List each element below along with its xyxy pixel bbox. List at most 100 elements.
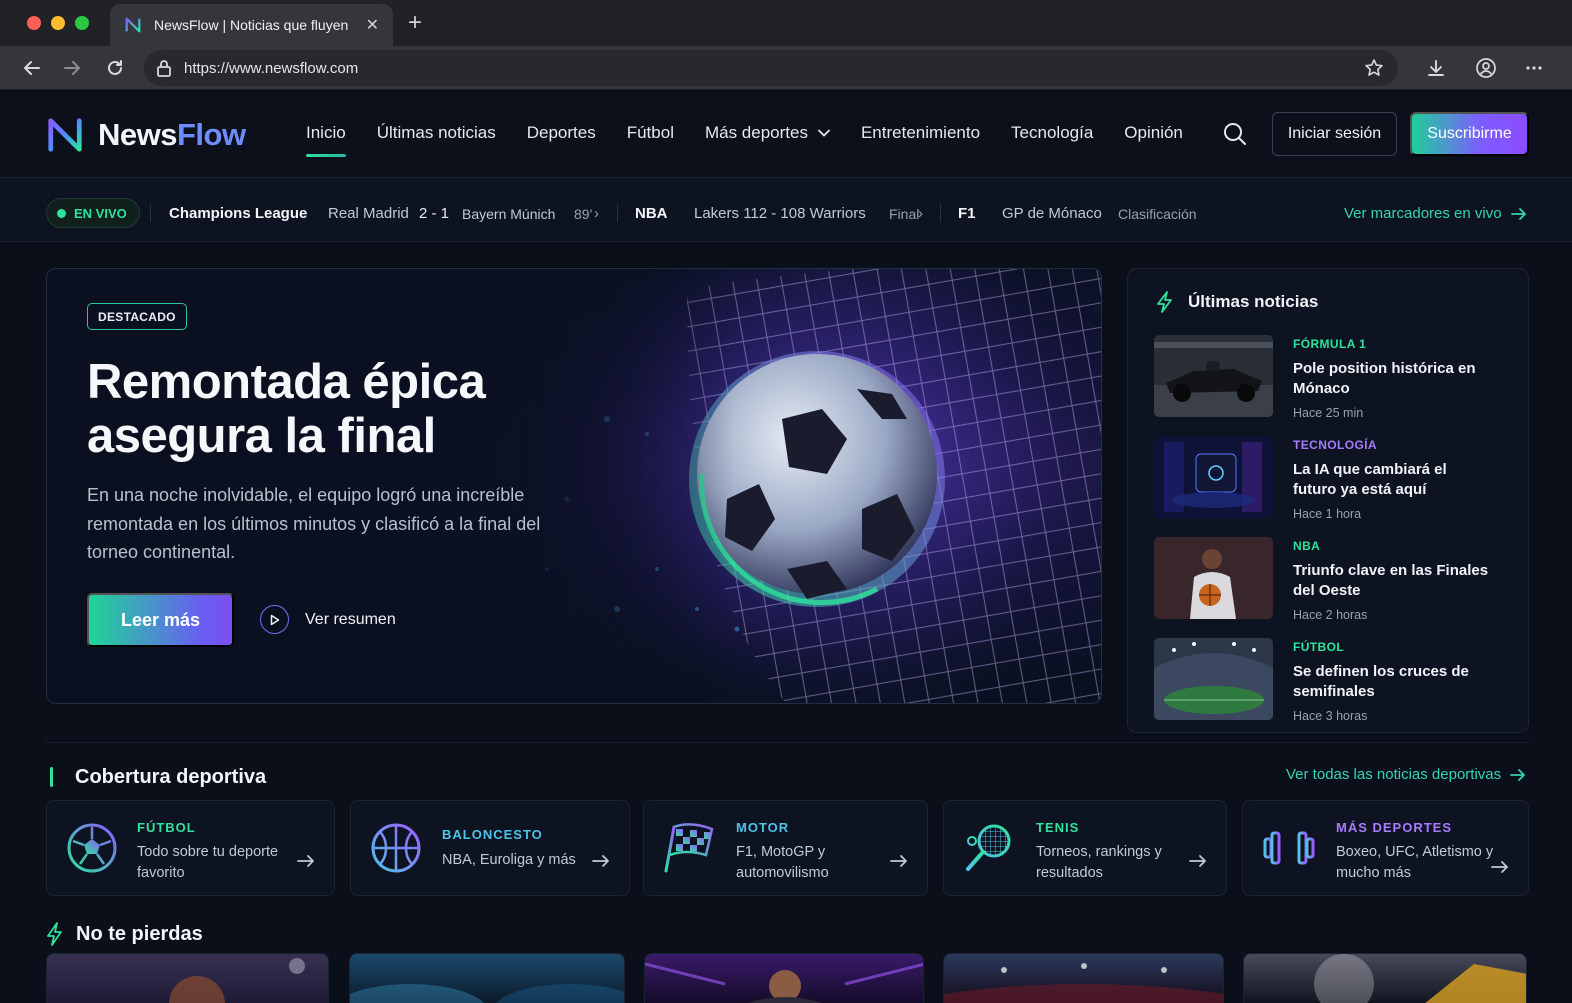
address-bar[interactable]: https://www.newsflow.com: [144, 50, 1398, 86]
watch-summary-button[interactable]: Ver resumen: [260, 605, 396, 634]
sport-card-description: NBA, Euroliga y más: [442, 852, 576, 868]
newsflow-logo-icon: [46, 116, 84, 154]
forward-arrow-icon[interactable]: [60, 56, 84, 80]
sport-card-description: Torneos, rankings y resultados: [1036, 844, 1162, 881]
ticker-cl-minute: 89': [574, 206, 593, 222]
all-sports-news-label: Ver todas las noticias deportivas: [1286, 766, 1502, 783]
nav-inicio[interactable]: Inicio: [306, 123, 346, 157]
latest-item-time: Hace 2 horas: [1293, 608, 1368, 622]
latest-news-item[interactable]: NBA Triunfo clave en las Finales del Oes…: [1154, 537, 1514, 627]
latest-news-item[interactable]: TECNOLOGÍA La IA que cambiará el futuro …: [1154, 436, 1514, 526]
dont-miss-card[interactable]: [349, 953, 625, 1003]
live-scores-link-label: Ver marcadores en vivo: [1344, 205, 1502, 222]
subscribe-button[interactable]: Suscribirme: [1410, 112, 1529, 156]
reload-icon[interactable]: [103, 56, 127, 80]
ticker-nba-league[interactable]: NBA: [635, 205, 668, 222]
latest-news-item[interactable]: FÓRMULA 1 Pole position histórica en Món…: [1154, 335, 1514, 425]
sport-card-motor[interactable]: MOTOR F1, MotoGP y automovilismo: [643, 800, 928, 896]
maximize-window-button[interactable]: [75, 16, 89, 30]
all-sports-news-link[interactable]: Ver todas las noticias deportivas: [1286, 766, 1526, 783]
latest-item-time: Hace 3 horas: [1293, 709, 1368, 723]
dont-miss-section-title: No te pierdas: [76, 923, 203, 945]
browser-tab[interactable]: NewsFlow | Noticias que fluyen ✕: [110, 4, 393, 46]
close-window-button[interactable]: [27, 16, 41, 30]
bookmark-star-icon[interactable]: [1364, 58, 1384, 78]
ticker-cl-home[interactable]: Real Madrid: [328, 205, 409, 222]
dumbbell-icon: [1261, 821, 1317, 877]
latest-news-title: Últimas noticias: [1188, 292, 1319, 311]
download-icon[interactable]: [1424, 56, 1448, 80]
minimize-window-button[interactable]: [51, 16, 65, 30]
ticker-nba-match[interactable]: Lakers 112 - 108 Warriors: [694, 205, 866, 222]
play-icon: [260, 605, 289, 634]
nav-mas-deportes-label: Más deportes: [704, 123, 808, 142]
more-options-icon[interactable]: [1522, 56, 1546, 80]
sport-card-futbol[interactable]: FÚTBOL Todo sobre tu deporte favorito: [46, 800, 335, 896]
latest-item-category: FÚTBOL: [1293, 640, 1345, 654]
sport-card-baloncesto[interactable]: BALONCESTO NBA, Euroliga y más: [350, 800, 630, 896]
ticker-divider: [150, 204, 151, 222]
sport-card-mas-deportes[interactable]: MÁS DEPORTES Boxeo, UFC, Atletismo y muc…: [1242, 800, 1529, 896]
close-tab-icon[interactable]: ✕: [366, 15, 379, 35]
nav-tecnologia[interactable]: Tecnología: [1011, 123, 1093, 143]
latest-item-category: TECNOLOGÍA: [1293, 438, 1377, 452]
dont-miss-card[interactable]: [1243, 953, 1527, 1003]
lightning-icon: [46, 922, 64, 946]
ticker-chevron-icon[interactable]: ›: [594, 205, 599, 222]
hero-title[interactable]: Remontada épica asegura la final: [87, 355, 607, 463]
featured-hero[interactable]: DESTACADO Remontada épica asegura la fin…: [46, 268, 1102, 704]
section-accent-bar: [50, 767, 53, 787]
sport-card-category: MOTOR: [736, 820, 790, 835]
watch-summary-label: Ver resumen: [305, 610, 396, 628]
sport-card-description: Boxeo, UFC, Atletismo y mucho más: [1336, 844, 1494, 881]
formula1-car-thumbnail: [1154, 335, 1273, 417]
site-logo[interactable]: NewsFlow: [46, 116, 246, 154]
section-divider: [46, 742, 1529, 743]
hero-description: En una noche inolvidable, el equipo logr…: [87, 485, 541, 562]
latest-news-item[interactable]: FÚTBOL Se definen los cruces de semifina…: [1154, 638, 1514, 728]
nav-mas-deportes[interactable]: Más deportes: [705, 123, 830, 143]
lightning-icon: [1156, 291, 1174, 313]
sport-card-category: FÚTBOL: [137, 820, 196, 835]
search-icon[interactable]: [1222, 121, 1248, 147]
login-button[interactable]: Iniciar sesión: [1272, 112, 1397, 156]
nav-entretenimiento[interactable]: Entretenimiento: [861, 123, 980, 143]
live-label: EN VIVO: [74, 205, 127, 221]
sport-card-tenis[interactable]: TENIS Torneos, rankings y resultados: [943, 800, 1227, 896]
ticker-chevron-icon[interactable]: ›: [918, 205, 923, 222]
dont-miss-card[interactable]: [46, 953, 329, 1003]
nav-futbol[interactable]: Fútbol: [627, 123, 674, 143]
profile-icon[interactable]: [1474, 56, 1498, 80]
latest-item-title: Pole position histórica en Mónaco: [1293, 360, 1476, 397]
live-dot-icon: [57, 208, 66, 218]
latest-item-category: NBA: [1293, 539, 1321, 553]
arrow-right-icon: [1510, 768, 1526, 782]
dont-miss-card[interactable]: [644, 953, 924, 1003]
sport-card-description: F1, MotoGP y automovilismo: [736, 844, 829, 881]
dont-miss-thumbnail-4: [944, 963, 1223, 1003]
ticker-cl-league[interactable]: Champions League: [169, 205, 307, 222]
back-arrow-icon[interactable]: [20, 56, 44, 80]
live-scores-link[interactable]: Ver marcadores en vivo: [1344, 205, 1527, 222]
sport-card-category: MÁS DEPORTES: [1336, 820, 1453, 835]
nav-deportes[interactable]: Deportes: [527, 123, 596, 143]
ticker-nba-status: Final: [889, 206, 920, 222]
ticker-cl-away[interactable]: Bayern Múnich: [462, 206, 555, 222]
dont-miss-card[interactable]: [943, 953, 1224, 1003]
arrow-right-icon: [889, 853, 909, 873]
nav-ultimas-noticias[interactable]: Últimas noticias: [377, 123, 496, 143]
latest-news-panel: Últimas noticias FÓRMULA 1 Pole position…: [1127, 268, 1529, 733]
read-more-button[interactable]: Leer más: [87, 593, 234, 647]
nav-opinion[interactable]: Opinión: [1124, 123, 1183, 143]
dont-miss-thumbnail-2: [350, 984, 624, 1003]
latest-item-time: Hace 1 hora: [1293, 507, 1362, 521]
ticker-f1-league[interactable]: F1: [958, 205, 976, 222]
latest-item-title: La IA que cambiará el futuro ya está aqu…: [1293, 461, 1447, 498]
ticker-f1-event[interactable]: GP de Mónaco: [1002, 205, 1102, 222]
new-tab-icon[interactable]: +: [408, 11, 422, 35]
featured-badge: DESTACADO: [87, 303, 187, 330]
soccer-ball-icon: [65, 821, 121, 877]
chevron-down-icon: [818, 129, 830, 137]
basketball-icon: [369, 821, 425, 877]
newsflow-favicon-icon: [124, 16, 142, 34]
